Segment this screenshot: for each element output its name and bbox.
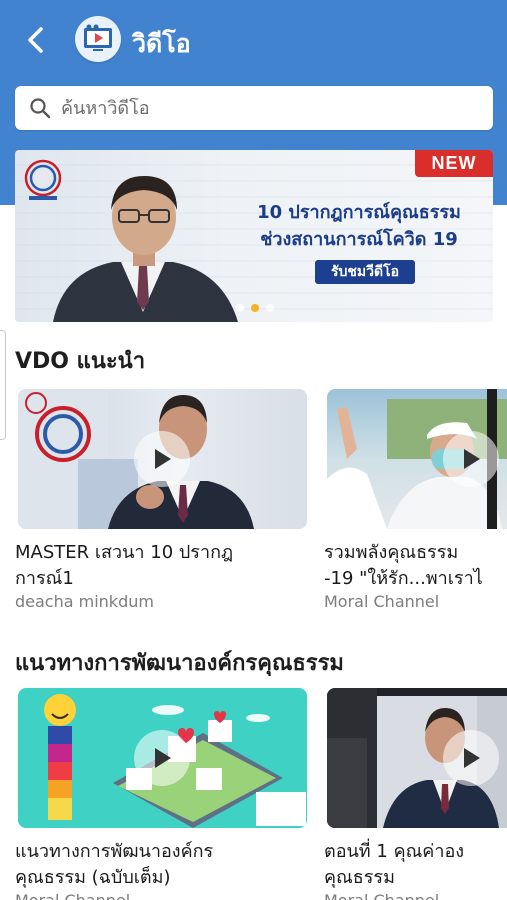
video-thumbnail[interactable] <box>327 688 507 828</box>
banner-headline-line2: ช่วงสถานการณ์โควิด 19 <box>260 229 458 250</box>
back-button[interactable] <box>18 22 54 58</box>
video-channel: Moral Channel <box>324 592 440 611</box>
new-badge: NEW <box>415 150 493 177</box>
play-icon[interactable] <box>443 730 499 786</box>
speaker-photo <box>53 176 238 322</box>
carousel-dot-active[interactable] <box>251 304 259 312</box>
video-channel: Moral Channel <box>324 891 439 900</box>
section-title-moral-organization[interactable]: แนวทางการพัฒนาองค์กรคุณธรรม <box>15 645 344 680</box>
banner-headline: 10 ปรากฎการณ์คุณธรรม ช่วงสถานการณ์โควิด … <box>229 200 489 254</box>
carousel-dot[interactable] <box>266 304 274 312</box>
video-channel: deacha minkdum <box>15 592 154 611</box>
page-title: วิดีโอ <box>132 29 191 58</box>
carousel-indicator <box>236 304 274 312</box>
video-title[interactable]: MASTER เสวนา 10 ปรากฎ การณ์1 <box>15 540 307 592</box>
play-icon[interactable] <box>134 431 190 487</box>
play-icon[interactable] <box>443 431 499 487</box>
search-bar[interactable] <box>15 86 493 130</box>
video-thumbnail[interactable] <box>327 389 507 529</box>
video-player-icon <box>75 16 121 62</box>
side-drawer-handle[interactable] <box>0 330 6 440</box>
top-app-bar: วิดีโอ <box>0 0 507 78</box>
video-title[interactable]: แนวทางการพัฒนาองค์กร คุณธรรม (ฉบับเต็ม) <box>15 839 307 891</box>
chevron-left-icon <box>28 27 43 53</box>
video-thumbnail[interactable] <box>18 389 307 529</box>
video-row-recommended[interactable]: MASTER เสวนา 10 ปรากฎ การณ์1 deacha mink… <box>15 389 507 619</box>
banner-headline-line1: 10 ปรากฎการณ์คุณธรรม <box>257 202 461 223</box>
video-row-moral-organization[interactable]: แนวทางการพัฒนาองค์กร คุณธรรม (ฉบับเต็ม) … <box>15 688 507 900</box>
watch-video-button[interactable]: รับชมวีดีโอ <box>315 260 415 284</box>
video-channel: Moral Channel <box>15 891 130 900</box>
search-input[interactable] <box>61 97 471 119</box>
search-icon <box>30 98 51 119</box>
featured-banner[interactable]: NEW 10 ปรากฎการณ์คุณธรรม ช่วงสถานการณ์โค… <box>15 150 493 322</box>
carousel-dot[interactable] <box>236 304 244 312</box>
video-title[interactable]: รวมพลังคุณธรรม -19 "ให้รัก...พาเราไ <box>324 540 507 592</box>
video-thumbnail[interactable] <box>18 688 307 828</box>
play-icon[interactable] <box>134 730 190 786</box>
video-title[interactable]: ตอนที่ 1 คุณค่าอง คุณธรรม <box>324 839 507 891</box>
section-title-recommended[interactable]: VDO แนะนำ <box>15 343 145 378</box>
